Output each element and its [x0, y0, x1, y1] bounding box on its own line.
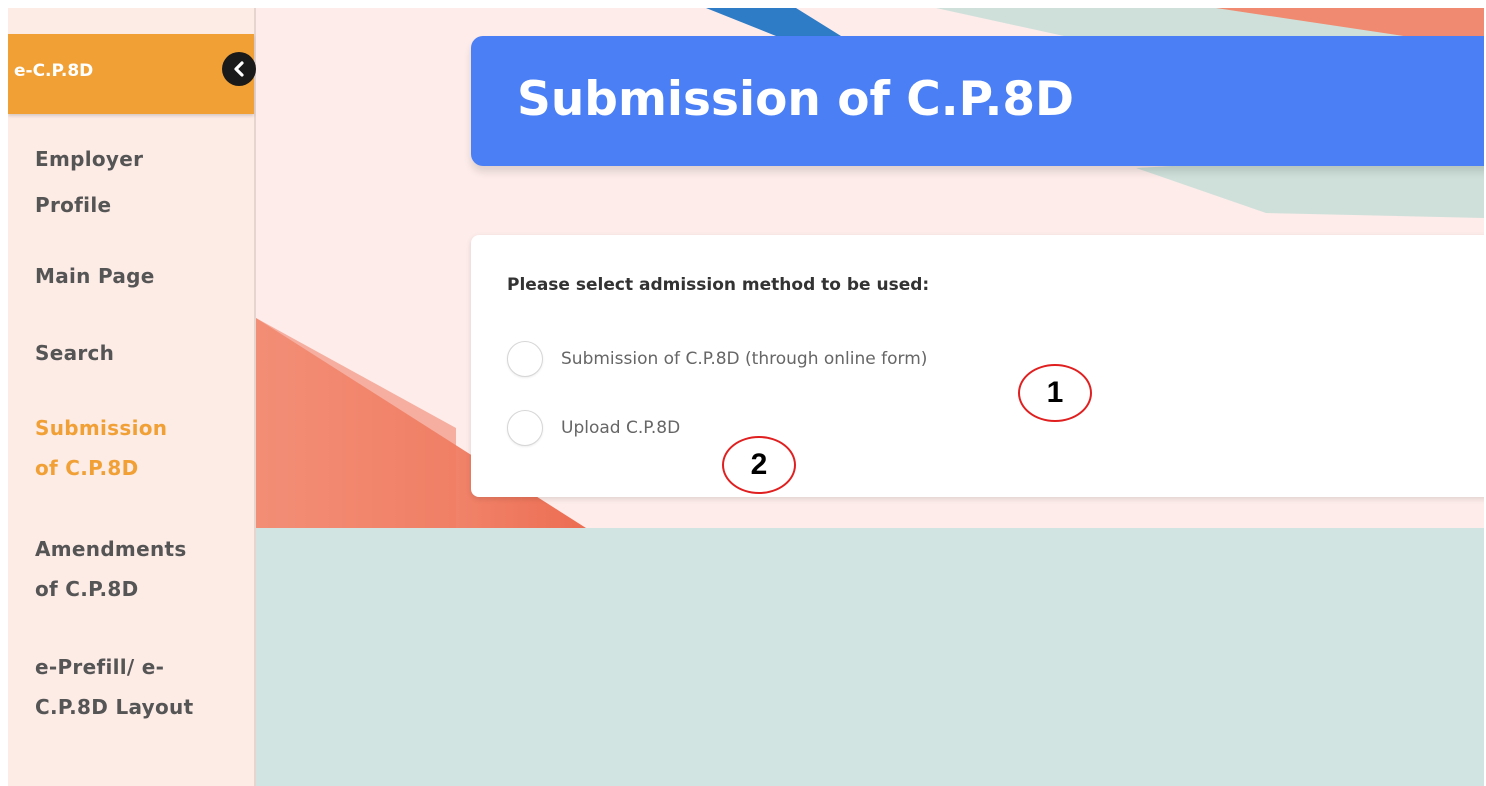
annotation-number: 2: [750, 448, 768, 481]
sidebar-item-label: Amendments: [35, 537, 187, 561]
method-selection-card: Please select admission method to be use…: [471, 235, 1484, 497]
annotation-marker-1: 1: [1018, 364, 1092, 422]
page-title-banner: Submission of C.P.8D: [471, 36, 1484, 166]
annotation-number: 1: [1046, 376, 1064, 409]
radio-online-form[interactable]: [507, 341, 543, 377]
chevron-left-icon: [234, 61, 244, 77]
sidebar-item-submission[interactable]: Submission of C.P.8D: [35, 416, 167, 480]
main-content: Submission of C.P.8D Please select admis…: [256, 8, 1484, 786]
radio-upload[interactable]: [507, 410, 543, 446]
sidebar-item-label: Employer: [35, 147, 144, 171]
sidebar-item-label: of C.P.8D: [35, 577, 139, 601]
sidebar-item-amendments[interactable]: Amendments of C.P.8D: [35, 537, 187, 601]
sidebar-item-search[interactable]: Search: [35, 341, 114, 365]
sidebar-item-label: e-Prefill/ e-: [35, 655, 165, 679]
app-window: e-C.P.8D Employer Profile Main Page Sear…: [8, 8, 1484, 786]
page-title: Submission of C.P.8D: [517, 72, 1075, 127]
annotation-marker-2: 2: [722, 436, 796, 494]
admission-method-question: Please select admission method to be use…: [507, 275, 930, 295]
sidebar-header: e-C.P.8D: [8, 34, 254, 114]
sidebar-item-label: Submission: [35, 416, 168, 440]
sidebar-item-eprefill-layout[interactable]: e-Prefill/ e- C.P.8D Layout: [35, 655, 193, 719]
option-upload[interactable]: Upload C.P.8D: [507, 408, 680, 448]
option-upload-label: Upload C.P.8D: [561, 418, 681, 438]
background-lower: [256, 528, 1484, 786]
sidebar: e-C.P.8D Employer Profile Main Page Sear…: [8, 8, 256, 786]
sidebar-item-main-page[interactable]: Main Page: [35, 264, 155, 288]
sidebar-item-label: of C.P.8D: [35, 456, 139, 480]
option-online-form-label: Submission of C.P.8D (through online for…: [561, 349, 928, 369]
option-online-form[interactable]: Submission of C.P.8D (through online for…: [507, 339, 927, 379]
sidebar-item-label: Search: [35, 341, 115, 365]
sidebar-item-label: Profile: [35, 193, 112, 217]
sidebar-item-employer-profile[interactable]: Employer Profile: [35, 147, 143, 217]
collapse-sidebar-button[interactable]: [222, 52, 256, 86]
sidebar-header-title: e-C.P.8D: [14, 61, 94, 81]
sidebar-item-label: C.P.8D Layout: [35, 695, 194, 719]
sidebar-item-label: Main Page: [35, 264, 155, 288]
